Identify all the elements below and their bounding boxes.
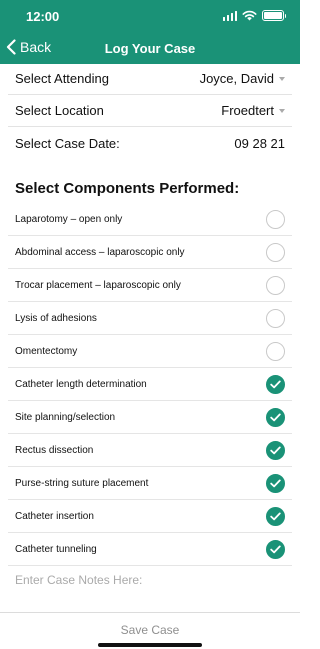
attending-value: Joyce, David — [199, 71, 274, 86]
component-row[interactable]: Abdominal access – laparoscopic only — [8, 236, 292, 269]
component-label: Omentectomy — [15, 345, 78, 357]
component-label: Site planning/selection — [15, 411, 116, 423]
footer-divider — [0, 612, 300, 613]
attending-select[interactable]: Select Attending Joyce, David — [8, 63, 292, 95]
page-title: Log Your Case — [104, 41, 196, 56]
location-value: Froedtert — [221, 103, 274, 118]
component-label: Catheter length determination — [15, 378, 147, 390]
checkmark-icon — [270, 545, 281, 553]
component-label: Lysis of adhesions — [15, 312, 97, 324]
component-label: Catheter tunneling — [15, 543, 97, 555]
unchecked-circle-icon[interactable] — [266, 209, 285, 229]
nav-bar: Back Log Your Case — [0, 34, 300, 64]
checked-circle-icon[interactable] — [266, 407, 285, 427]
unchecked-circle-icon[interactable] — [266, 242, 285, 262]
unchecked-circle-icon[interactable] — [266, 341, 285, 361]
component-row[interactable]: Trocar placement – laparoscopic only — [8, 269, 292, 302]
checked-circle-icon[interactable] — [266, 440, 285, 460]
checkmark-icon — [270, 380, 281, 388]
checked-circle-icon[interactable] — [266, 374, 285, 394]
chevron-down-icon — [279, 109, 285, 113]
cellular-signal-icon — [222, 10, 237, 21]
status-time: 12:00 — [26, 9, 60, 24]
component-row[interactable]: Site planning/selection — [8, 401, 292, 434]
app-header: 12:00 Back Log Your Case — [0, 0, 300, 64]
component-row[interactable]: Lysis of adhesions — [8, 302, 292, 335]
unchecked-circle-icon[interactable] — [266, 275, 285, 295]
component-label: Abdominal access – laparoscopic only — [15, 246, 185, 258]
component-row[interactable]: Purse-string suture placement — [8, 467, 292, 500]
home-indicator — [98, 643, 202, 647]
checkmark-icon — [270, 446, 281, 454]
case-notes-input[interactable] — [15, 570, 285, 590]
component-row[interactable]: Catheter insertion — [8, 500, 292, 533]
checked-circle-icon[interactable] — [266, 539, 285, 559]
wifi-icon — [242, 10, 257, 21]
component-row[interactable]: Catheter length determination — [8, 368, 292, 401]
checkmark-icon — [270, 413, 281, 421]
checked-circle-icon[interactable] — [266, 473, 285, 493]
component-label: Rectus dissection — [15, 444, 94, 456]
checked-circle-icon[interactable] — [266, 506, 285, 526]
case-date-value: 09 28 21 — [234, 135, 285, 151]
components-section-title: Select Components Performed: — [15, 180, 240, 197]
case-date-label: Select Case Date: — [15, 135, 120, 151]
battery-icon — [262, 10, 286, 21]
component-row[interactable]: Rectus dissection — [8, 434, 292, 467]
component-label: Trocar placement – laparoscopic only — [15, 279, 181, 291]
location-select[interactable]: Select Location Froedtert — [8, 95, 292, 127]
component-label: Catheter insertion — [15, 510, 94, 522]
status-icons — [222, 10, 286, 21]
save-case-button[interactable]: Save Case — [0, 619, 300, 641]
checkmark-icon — [270, 512, 281, 520]
component-row[interactable]: Laparotomy – open only — [8, 203, 292, 236]
component-row[interactable]: Catheter tunneling — [8, 533, 292, 566]
chevron-down-icon — [279, 77, 285, 81]
component-row[interactable]: Omentectomy — [8, 335, 292, 368]
component-label: Purse-string suture placement — [15, 477, 149, 489]
case-date-picker[interactable]: Select Case Date: 09 28 21 — [8, 127, 292, 159]
unchecked-circle-icon[interactable] — [266, 308, 285, 328]
attending-label: Select Attending — [15, 71, 109, 86]
checkmark-icon — [270, 479, 281, 487]
location-label: Select Location — [15, 103, 104, 118]
component-label: Laparotomy – open only — [15, 213, 123, 225]
status-bar: 12:00 — [0, 0, 300, 34]
